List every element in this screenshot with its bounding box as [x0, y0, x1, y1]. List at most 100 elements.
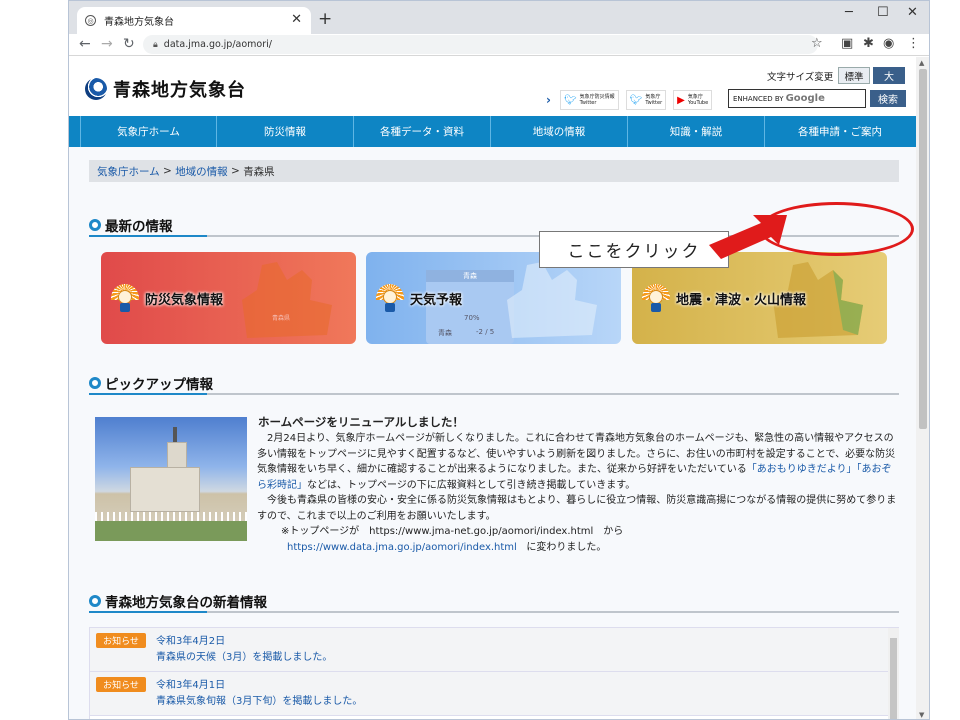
section-title: 青森地方気象台の新着情報	[105, 595, 267, 611]
forecast-temp: -2 / 5	[476, 328, 495, 336]
card-map-city: 青森県	[272, 314, 290, 322]
card-label: 天気予報	[410, 292, 463, 308]
mascot-icon	[376, 284, 404, 312]
news-title[interactable]: 青森県の天候（3月）を掲載しました。	[156, 648, 332, 663]
menu-dots-icon[interactable]: ⋮	[907, 36, 920, 51]
profile-icon[interactable]: ◉	[883, 36, 894, 51]
card-label: 防災気象情報	[145, 292, 224, 308]
twitter-bousai-link[interactable]: 🐦︎ 気象庁防災情報 Twitter	[559, 90, 619, 110]
browser-tab[interactable]: ◎ 青森地方気象台 ✕	[77, 7, 311, 34]
twitter-jma-link[interactable]: 🐦︎ 気象庁 Twitter	[625, 90, 667, 110]
breadcrumb-home[interactable]: 気象庁ホーム	[97, 164, 160, 179]
search-button[interactable]: 検索	[870, 90, 906, 107]
forecast-pct: 70%	[464, 314, 480, 322]
twitter-bird-icon: 🐦︎	[563, 94, 577, 106]
gnav-knowledge[interactable]: 知識・解説	[628, 116, 765, 147]
tab-close-icon[interactable]: ✕	[291, 12, 302, 27]
section-title: 最新の情報	[105, 219, 173, 235]
globe-icon: ◎	[85, 15, 96, 26]
circle-bullet-icon	[89, 377, 101, 389]
twitter-bird-icon: 🐦︎	[629, 94, 643, 106]
pickup-p1b: などは、トップページの下に広報資料として引き続き掲載していきます。	[307, 479, 636, 491]
global-nav: 気象庁ホーム 防災情報 各種データ・資料 地域の情報 知識・解説 各種申請・ご案…	[69, 116, 916, 147]
browser-window: ◎ 青森地方気象台 ✕ + ─ ☐ ✕ ← → ↻ 🔒︎ data.jma.go…	[68, 0, 930, 720]
search-prefix: ENHANCED BY	[733, 94, 784, 103]
sns-line2: Twitter	[579, 100, 597, 106]
sns-line2: Twitter	[645, 100, 663, 106]
news-badge: お知らせ	[96, 677, 146, 692]
scroll-thumb[interactable]	[919, 69, 927, 429]
font-size-large-button[interactable]: 大	[873, 67, 905, 84]
news-title[interactable]: 青森県気象旬報（3月下旬）を掲載しました。	[156, 692, 362, 707]
breadcrumb: 気象庁ホーム > 地域の情報 > 青森県	[89, 160, 899, 182]
observatory-photo	[95, 417, 247, 541]
youtube-jma-link[interactable]: ▶ 気象庁 YouTube	[673, 90, 713, 110]
close-window-button[interactable]: ✕	[907, 5, 918, 20]
breadcrumb-sep: >	[163, 165, 172, 177]
page-scrollbar[interactable]: ▲ ▼	[916, 57, 929, 719]
news-scrollbar[interactable]	[888, 628, 899, 719]
sns-line2: YouTube	[687, 100, 709, 106]
url-field[interactable]: 🔒︎ data.jma.go.jp/aomori/	[143, 35, 818, 54]
youtube-play-icon: ▶	[677, 94, 685, 106]
card-label: 地震・津波・火山情報	[676, 292, 807, 308]
gnav-data[interactable]: 各種データ・資料	[354, 116, 491, 147]
news-date[interactable]: 令和3年4月2日	[156, 632, 225, 647]
lock-icon: 🔒︎	[153, 39, 158, 50]
site-name: 青森地方気象台	[113, 80, 246, 101]
mascot-icon	[642, 284, 670, 312]
minimize-button[interactable]: ─	[845, 5, 853, 20]
list-item: お知らせ 令和3年4月2日 青森県の天候（3月）を掲載しました。	[90, 628, 898, 672]
red-arrow-icon	[709, 215, 787, 259]
sns-links: › 🐦︎ 気象庁防災情報 Twitter 🐦︎ 気象庁 Twitter ▶ 気象庁 Y…	[546, 90, 713, 110]
pickup-title: ホームページをリニューアルしました！	[258, 415, 464, 429]
extension-icon[interactable]: ▣	[841, 36, 853, 51]
breadcrumb-sep: >	[231, 165, 240, 177]
aomori-map-icon	[507, 262, 597, 338]
gnav-applications[interactable]: 各種申請・ご案内	[765, 116, 915, 147]
pickup-p3a: ※トップページが https://www.jma-net.go.jp/aomor…	[281, 526, 624, 537]
circle-bullet-icon	[89, 595, 101, 607]
card-bousai[interactable]: 防災気象情報 青森県	[101, 252, 356, 344]
section-title: ピックアップ情報	[105, 377, 213, 393]
reload-icon[interactable]: ↻	[123, 36, 135, 52]
scroll-down-icon[interactable]: ▼	[919, 711, 924, 719]
forward-arrow-icon[interactable]: →	[101, 36, 113, 52]
news-badge: お知らせ	[96, 633, 146, 648]
gnav-bousai[interactable]: 防災情報	[217, 116, 354, 147]
tab-title: 青森地方気象台	[104, 17, 174, 28]
gnav-jma-home[interactable]: 気象庁ホーム	[80, 116, 217, 147]
search-brand: Google	[785, 93, 825, 104]
maximize-button[interactable]: ☐	[877, 5, 889, 20]
breadcrumb-region[interactable]: 地域の情報	[175, 164, 228, 179]
mascot-icon	[111, 284, 139, 312]
site-logo[interactable]: 青森地方気象台	[85, 76, 246, 102]
puzzle-icon[interactable]: ✱	[863, 36, 874, 51]
news-date[interactable]: 令和3年4月1日	[156, 676, 225, 691]
main-content: 気象庁ホーム > 地域の情報 > 青森県 ここをクリック 最新の情報 防災気象情…	[69, 147, 916, 719]
breadcrumb-current: 青森県	[243, 165, 275, 178]
font-size-standard-button[interactable]: 標準	[838, 67, 870, 84]
forecast-city: 青森	[438, 329, 452, 337]
circle-bullet-icon	[89, 219, 101, 231]
url-text: data.jma.go.jp/aomori/	[163, 39, 272, 50]
back-arrow-icon[interactable]: ←	[79, 36, 91, 52]
section-pickup: ピックアップ情報	[89, 373, 899, 395]
site-search-input[interactable]: ENHANCED BY Google	[728, 89, 866, 108]
gnav-region[interactable]: 地域の情報	[491, 116, 628, 147]
pickup-p3b: に変わりました。	[526, 541, 607, 553]
jma-logo-icon	[85, 78, 107, 100]
chevron-right-icon: ›	[546, 93, 551, 107]
pickup-new-url-link[interactable]: https://www.data.jma.go.jp/aomori/index.…	[287, 542, 517, 553]
address-bar-row: ← → ↻ 🔒︎ data.jma.go.jp/aomori/ ☆ ▣ ✱ ◉ …	[69, 34, 929, 56]
pickup-p2: 今後も青森県の皆様の安心・安全に係る防災気象情報はもとより、暮らしに役立つ情報、…	[257, 495, 897, 522]
bookmark-star-icon[interactable]: ☆	[811, 36, 823, 51]
new-tab-button[interactable]: +	[318, 9, 332, 29]
aomori-map-icon: 青森県	[242, 262, 332, 338]
web-page: 青森地方気象台 文字サイズ変更 標準 大 › 🐦︎ 気象庁防災情報 Twitter…	[69, 57, 916, 719]
scroll-up-icon[interactable]: ▲	[919, 59, 924, 67]
section-news: 青森地方気象台の新着情報	[89, 591, 899, 613]
tab-bar: ◎ 青森地方気象台 ✕ + ─ ☐ ✕	[69, 1, 929, 34]
pickup-body: 2月24日より、気象庁ホームページが新しくなりました。これに合わせて青森地方気象…	[257, 431, 897, 555]
font-size-label: 文字サイズ変更	[767, 72, 834, 83]
